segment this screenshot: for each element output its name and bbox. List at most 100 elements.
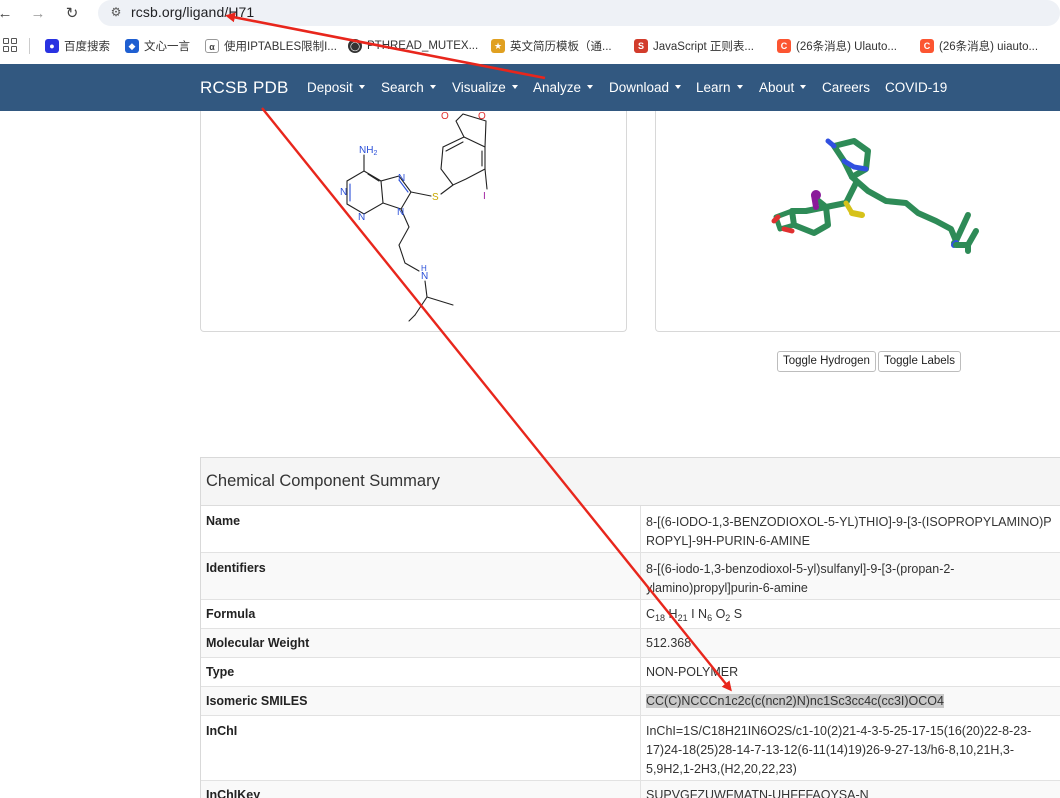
- structure-2d-panel: NH2 N N N N S I O O NH: [200, 111, 627, 332]
- js-site-icon: S: [634, 39, 648, 53]
- bookmark-glyph-icon: α: [205, 39, 219, 53]
- atom-o: O: [441, 111, 449, 122]
- nav-careers[interactable]: Careers: [822, 80, 870, 95]
- caret-down-icon: [358, 85, 365, 90]
- atom-nh: NH: [421, 264, 428, 282]
- browser-address-bar: ← → ↻ ⚙ rcsb.org/ligand/H71: [0, 0, 1060, 30]
- row-value-inchi: InChI=1S/C18H21IN6O2S/c1-10(2)21-4-3-5-2…: [646, 724, 1032, 776]
- nav-label: About: [759, 80, 795, 95]
- atom-n: N: [358, 212, 365, 223]
- atom-i: I: [483, 191, 486, 202]
- atom-n: N: [398, 173, 405, 184]
- bookmark-label: PTHREAD_MUTEX...: [367, 40, 479, 52]
- row-label: InChI: [201, 716, 641, 780]
- table-row: Molecular Weight 512.368: [201, 629, 1060, 658]
- csdn-c-icon: C: [920, 39, 934, 53]
- table-row: Formula C18 H21 I N6 O2 S: [201, 600, 1060, 629]
- row-label: Identifiers: [201, 553, 641, 599]
- table-row: Type NON-POLYMER: [201, 658, 1060, 687]
- row-value-isomeric-smiles[interactable]: CC(C)NCCCn1c2c(c(ncn2)N)nc1Sc3cc4c(cc3I)…: [641, 687, 1060, 715]
- row-label: InChIKey: [201, 781, 641, 798]
- bookmark-resume-template[interactable]: ★ 英文简历模板（通...: [491, 37, 612, 55]
- circle-link-icon: ◯: [348, 39, 362, 53]
- atom-o: O: [478, 111, 486, 122]
- structure-3d-viewer[interactable]: [656, 111, 1060, 332]
- wenxin-cube-icon: ◆: [125, 39, 139, 53]
- row-label: Molecular Weight: [201, 629, 641, 657]
- row-label: Type: [201, 658, 641, 686]
- row-value-type: NON-POLYMER: [646, 665, 739, 679]
- reload-icon[interactable]: ↻: [61, 3, 83, 25]
- bookmark-label: (26条消息) Ulauto...: [796, 41, 897, 53]
- caret-down-icon: [429, 85, 436, 90]
- caret-down-icon: [511, 85, 518, 90]
- row-value-inchikey: SUPVGFZUWFMATN-UHFFFAOYSA-N: [646, 788, 869, 798]
- table-row: InChIKey SUPVGFZUWFMATN-UHFFFAOYSA-N: [201, 781, 1060, 798]
- row-value-molecular-weight: 512.368: [646, 636, 692, 650]
- bookmark-js-regex[interactable]: S JavaScript 正则表...: [634, 37, 754, 55]
- nav-label: Analyze: [533, 80, 582, 95]
- row-label: Isomeric SMILES: [201, 687, 641, 715]
- nav-search[interactable]: Search: [381, 80, 436, 95]
- bookmark-label: 使用IPTABLES限制I...: [224, 41, 337, 53]
- bookmark-pthread[interactable]: ◯ PTHREAD_MUTEX...: [348, 37, 478, 55]
- site-navbar: RCSB PDB Deposit Search Visualize Analyz…: [0, 64, 1060, 111]
- nav-label: Visualize: [452, 80, 506, 95]
- row-value-identifiers: 8-[(6-iodo-1,3-benzodioxol-5-yl)sulfanyl…: [646, 562, 955, 595]
- nav-label: Download: [609, 80, 670, 95]
- row-value-formula: C18 H21 I N6 O2 S: [646, 607, 743, 623]
- nav-learn[interactable]: Learn: [696, 80, 743, 95]
- structure-3d-panel[interactable]: [655, 111, 1060, 332]
- table-row: Identifiers 8-[(6-iodo-1,3-benzodioxol-5…: [201, 553, 1060, 600]
- table-row: InChI InChI=1S/C18H21IN6O2S/c1-10(2)21-4…: [201, 716, 1060, 781]
- chemical-component-summary: Chemical Component Summary Name 8-[(6-IO…: [200, 457, 1060, 798]
- table-row: Isomeric SMILES CC(C)NCCCn1c2c(c(ncn2)N)…: [201, 687, 1060, 716]
- nav-about[interactable]: About: [759, 80, 807, 95]
- selected-smiles-text[interactable]: CC(C)NCCCn1c2c(c(ncn2)N)nc1Sc3cc4c(cc3I)…: [646, 694, 944, 708]
- bookmark-csdn-ulauto[interactable]: C (26条消息) Ulauto...: [777, 37, 897, 55]
- apps-grid-icon[interactable]: [3, 38, 17, 52]
- nav-covid19[interactable]: COVID-19: [885, 80, 947, 95]
- atom-nh2: NH2: [359, 145, 377, 157]
- nav-visualize[interactable]: Visualize: [452, 80, 518, 95]
- template-site-icon: ★: [491, 39, 505, 53]
- nav-label: Learn: [696, 80, 731, 95]
- iodine-atom: [811, 190, 821, 200]
- baidu-paw-icon: ●: [45, 39, 59, 53]
- bookmarks-divider: [29, 38, 30, 54]
- nav-deposit[interactable]: Deposit: [307, 80, 365, 95]
- brand-logo-text[interactable]: RCSB PDB: [200, 78, 289, 98]
- url-text[interactable]: rcsb.org/ligand/H71: [131, 4, 254, 20]
- row-value-name: 8-[(6-IODO-1,3-BENZODIOXOL-5-YL)THIO]-9-…: [646, 515, 1052, 548]
- caret-down-icon: [675, 85, 682, 90]
- nav-download[interactable]: Download: [609, 80, 682, 95]
- bookmark-iptables[interactable]: α 使用IPTABLES限制I...: [205, 37, 337, 55]
- bookmark-baidu[interactable]: ● 百度搜索: [45, 37, 110, 55]
- caret-down-icon: [587, 85, 594, 90]
- bookmark-label: 文心一言: [144, 41, 190, 53]
- caret-down-icon: [800, 85, 807, 90]
- bookmark-label: 英文简历模板（通...: [510, 41, 612, 53]
- forward-arrow-icon[interactable]: →: [27, 3, 49, 25]
- structure-2d-drawing: NH2 N N N N S I O O NH: [340, 111, 488, 322]
- nav-analyze[interactable]: Analyze: [533, 80, 594, 95]
- toggle-labels-button[interactable]: Toggle Labels: [878, 351, 961, 372]
- table-row: Name 8-[(6-IODO-1,3-BENZODIOXOL-5-YL)THI…: [201, 506, 1060, 553]
- toggle-hydrogen-button[interactable]: Toggle Hydrogen: [777, 351, 876, 372]
- atom-n: N: [340, 187, 347, 198]
- nav-label: Deposit: [307, 80, 353, 95]
- bookmark-label: (26条消息) uiauto...: [939, 41, 1039, 53]
- summary-title: Chemical Component Summary: [201, 458, 1060, 506]
- bookmark-wenxin[interactable]: ◆ 文心一言: [125, 37, 190, 55]
- bookmark-csdn-uiauto[interactable]: C (26条消息) uiauto...: [920, 37, 1038, 55]
- caret-down-icon: [736, 85, 743, 90]
- atom-n: N: [397, 207, 404, 218]
- csdn-c-icon: C: [777, 39, 791, 53]
- bookmark-label: 百度搜索: [64, 41, 110, 53]
- nav-label: Search: [381, 80, 424, 95]
- row-label: Name: [201, 506, 641, 552]
- back-arrow-icon[interactable]: ←: [0, 3, 16, 25]
- bookmark-label: JavaScript 正则表...: [653, 41, 754, 53]
- nav-label: COVID-19: [885, 80, 948, 95]
- site-info-icon[interactable]: ⚙: [108, 4, 124, 20]
